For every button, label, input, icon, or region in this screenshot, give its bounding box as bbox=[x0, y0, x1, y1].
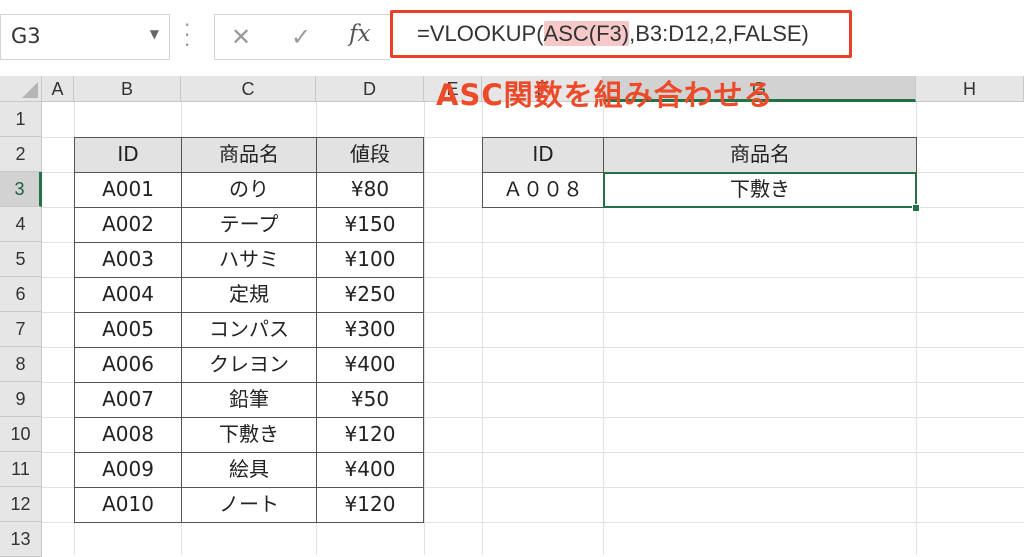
select-all-icon bbox=[22, 82, 38, 98]
column-header-h[interactable]: H bbox=[916, 76, 1024, 102]
formula-text: =VLOOKUP(ASC(F3),B3:D12,2,FALSE) bbox=[417, 21, 809, 47]
table-cell-price[interactable]: ¥400 bbox=[316, 347, 424, 383]
table-cell-name[interactable]: 絵具 bbox=[181, 452, 317, 488]
row-header-9[interactable]: 9 bbox=[0, 382, 42, 417]
name-box-value: G3 bbox=[11, 24, 41, 48]
close-icon[interactable]: ✕ bbox=[231, 23, 251, 51]
column-header-d[interactable]: D bbox=[316, 76, 424, 102]
table-cell-id[interactable]: A006 bbox=[74, 347, 182, 383]
table-cell-price[interactable]: ¥120 bbox=[316, 417, 424, 453]
column-header-c[interactable]: C bbox=[181, 76, 316, 102]
row-header-5[interactable]: 5 bbox=[0, 242, 42, 277]
table-cell-name[interactable]: 下敷き bbox=[181, 417, 317, 453]
table-cell-name[interactable]: 鉛筆 bbox=[181, 382, 317, 418]
table-cell-name[interactable]: のり bbox=[181, 172, 317, 208]
row-header-7[interactable]: 7 bbox=[0, 312, 42, 347]
table-cell-price[interactable]: ¥80 bbox=[316, 172, 424, 208]
table-cell-name[interactable]: テープ bbox=[181, 207, 317, 243]
table-cell-id[interactable]: A007 bbox=[74, 382, 182, 418]
table-cell-price[interactable]: ¥150 bbox=[316, 207, 424, 243]
table-header-product-name[interactable]: 商品名 bbox=[181, 137, 317, 173]
lookup-header-id[interactable]: ID bbox=[482, 137, 604, 173]
name-box[interactable]: G3 ▼ bbox=[0, 14, 170, 60]
select-all-corner[interactable] bbox=[0, 76, 42, 102]
formula-suffix: ,B3:D12,2,FALSE) bbox=[629, 21, 809, 46]
table-cell-name[interactable]: ハサミ bbox=[181, 242, 317, 278]
formula-buttons: ✕ ✓ fx bbox=[214, 14, 390, 60]
table-cell-price[interactable]: ¥300 bbox=[316, 312, 424, 348]
table-header-price[interactable]: 値段 bbox=[316, 137, 424, 173]
row-header-2[interactable]: 2 bbox=[0, 137, 42, 172]
formula-input[interactable]: =VLOOKUP(ASC(F3),B3:D12,2,FALSE) bbox=[390, 10, 852, 58]
table-cell-name[interactable]: クレヨン bbox=[181, 347, 317, 383]
table-cell-id[interactable]: A002 bbox=[74, 207, 182, 243]
check-icon[interactable]: ✓ bbox=[291, 23, 311, 51]
formula-prefix: =VLOOKUP( bbox=[417, 21, 544, 46]
table-cell-price[interactable]: ¥250 bbox=[316, 277, 424, 313]
row-header-4[interactable]: 4 bbox=[0, 207, 42, 242]
lookup-id-input[interactable]: Ａ００８ bbox=[482, 172, 604, 208]
table-cell-id[interactable]: A003 bbox=[74, 242, 182, 278]
spreadsheet-grid: A B C D E F G H 1 2 3 4 5 6 7 8 9 10 11 … bbox=[0, 76, 1024, 557]
table-cell-id[interactable]: A008 bbox=[74, 417, 182, 453]
table-cell-id[interactable]: A005 bbox=[74, 312, 182, 348]
fill-handle[interactable] bbox=[912, 204, 920, 212]
table-cell-id[interactable]: A009 bbox=[74, 452, 182, 488]
lookup-result-cell[interactable]: 下敷き bbox=[603, 172, 917, 208]
row-header-1[interactable]: 1 bbox=[0, 102, 42, 137]
fx-icon[interactable]: fx bbox=[349, 21, 370, 47]
formula-highlight: ASC(F3) bbox=[543, 21, 630, 46]
row-header-12[interactable]: 12 bbox=[0, 487, 42, 522]
column-header-b[interactable]: B bbox=[74, 76, 181, 102]
table-cell-price[interactable]: ¥100 bbox=[316, 242, 424, 278]
row-header-3[interactable]: 3 bbox=[0, 172, 42, 207]
table-cell-name[interactable]: 定規 bbox=[181, 277, 317, 313]
row-header-10[interactable]: 10 bbox=[0, 417, 42, 452]
row-header-13[interactable]: 13 bbox=[0, 522, 42, 557]
table-cell-id[interactable]: A010 bbox=[74, 487, 182, 523]
lookup-header-product-name[interactable]: 商品名 bbox=[603, 137, 917, 173]
table-cell-price[interactable]: ¥400 bbox=[316, 452, 424, 488]
row-header-6[interactable]: 6 bbox=[0, 277, 42, 312]
table-cell-name[interactable]: コンパス bbox=[181, 312, 317, 348]
table-cell-id[interactable]: A001 bbox=[74, 172, 182, 208]
table-cell-id[interactable]: A004 bbox=[74, 277, 182, 313]
formula-bar: G3 ▼ · · · ✕ ✓ fx =VLOOKUP(ASC(F3),B3:D12,… bbox=[0, 0, 1024, 76]
row-header-8[interactable]: 8 bbox=[0, 347, 42, 382]
table-cell-price[interactable]: ¥50 bbox=[316, 382, 424, 418]
column-header-a[interactable]: A bbox=[42, 76, 74, 102]
more-vertical-icon: · · · bbox=[184, 13, 191, 57]
table-header-id[interactable]: ID bbox=[74, 137, 182, 173]
chevron-down-icon[interactable]: ▼ bbox=[150, 27, 159, 41]
table-cell-name[interactable]: ノート bbox=[181, 487, 317, 523]
annotation-callout: ASC関数を組み合わせる bbox=[436, 78, 774, 112]
row-header-11[interactable]: 11 bbox=[0, 452, 42, 487]
table-cell-price[interactable]: ¥120 bbox=[316, 487, 424, 523]
